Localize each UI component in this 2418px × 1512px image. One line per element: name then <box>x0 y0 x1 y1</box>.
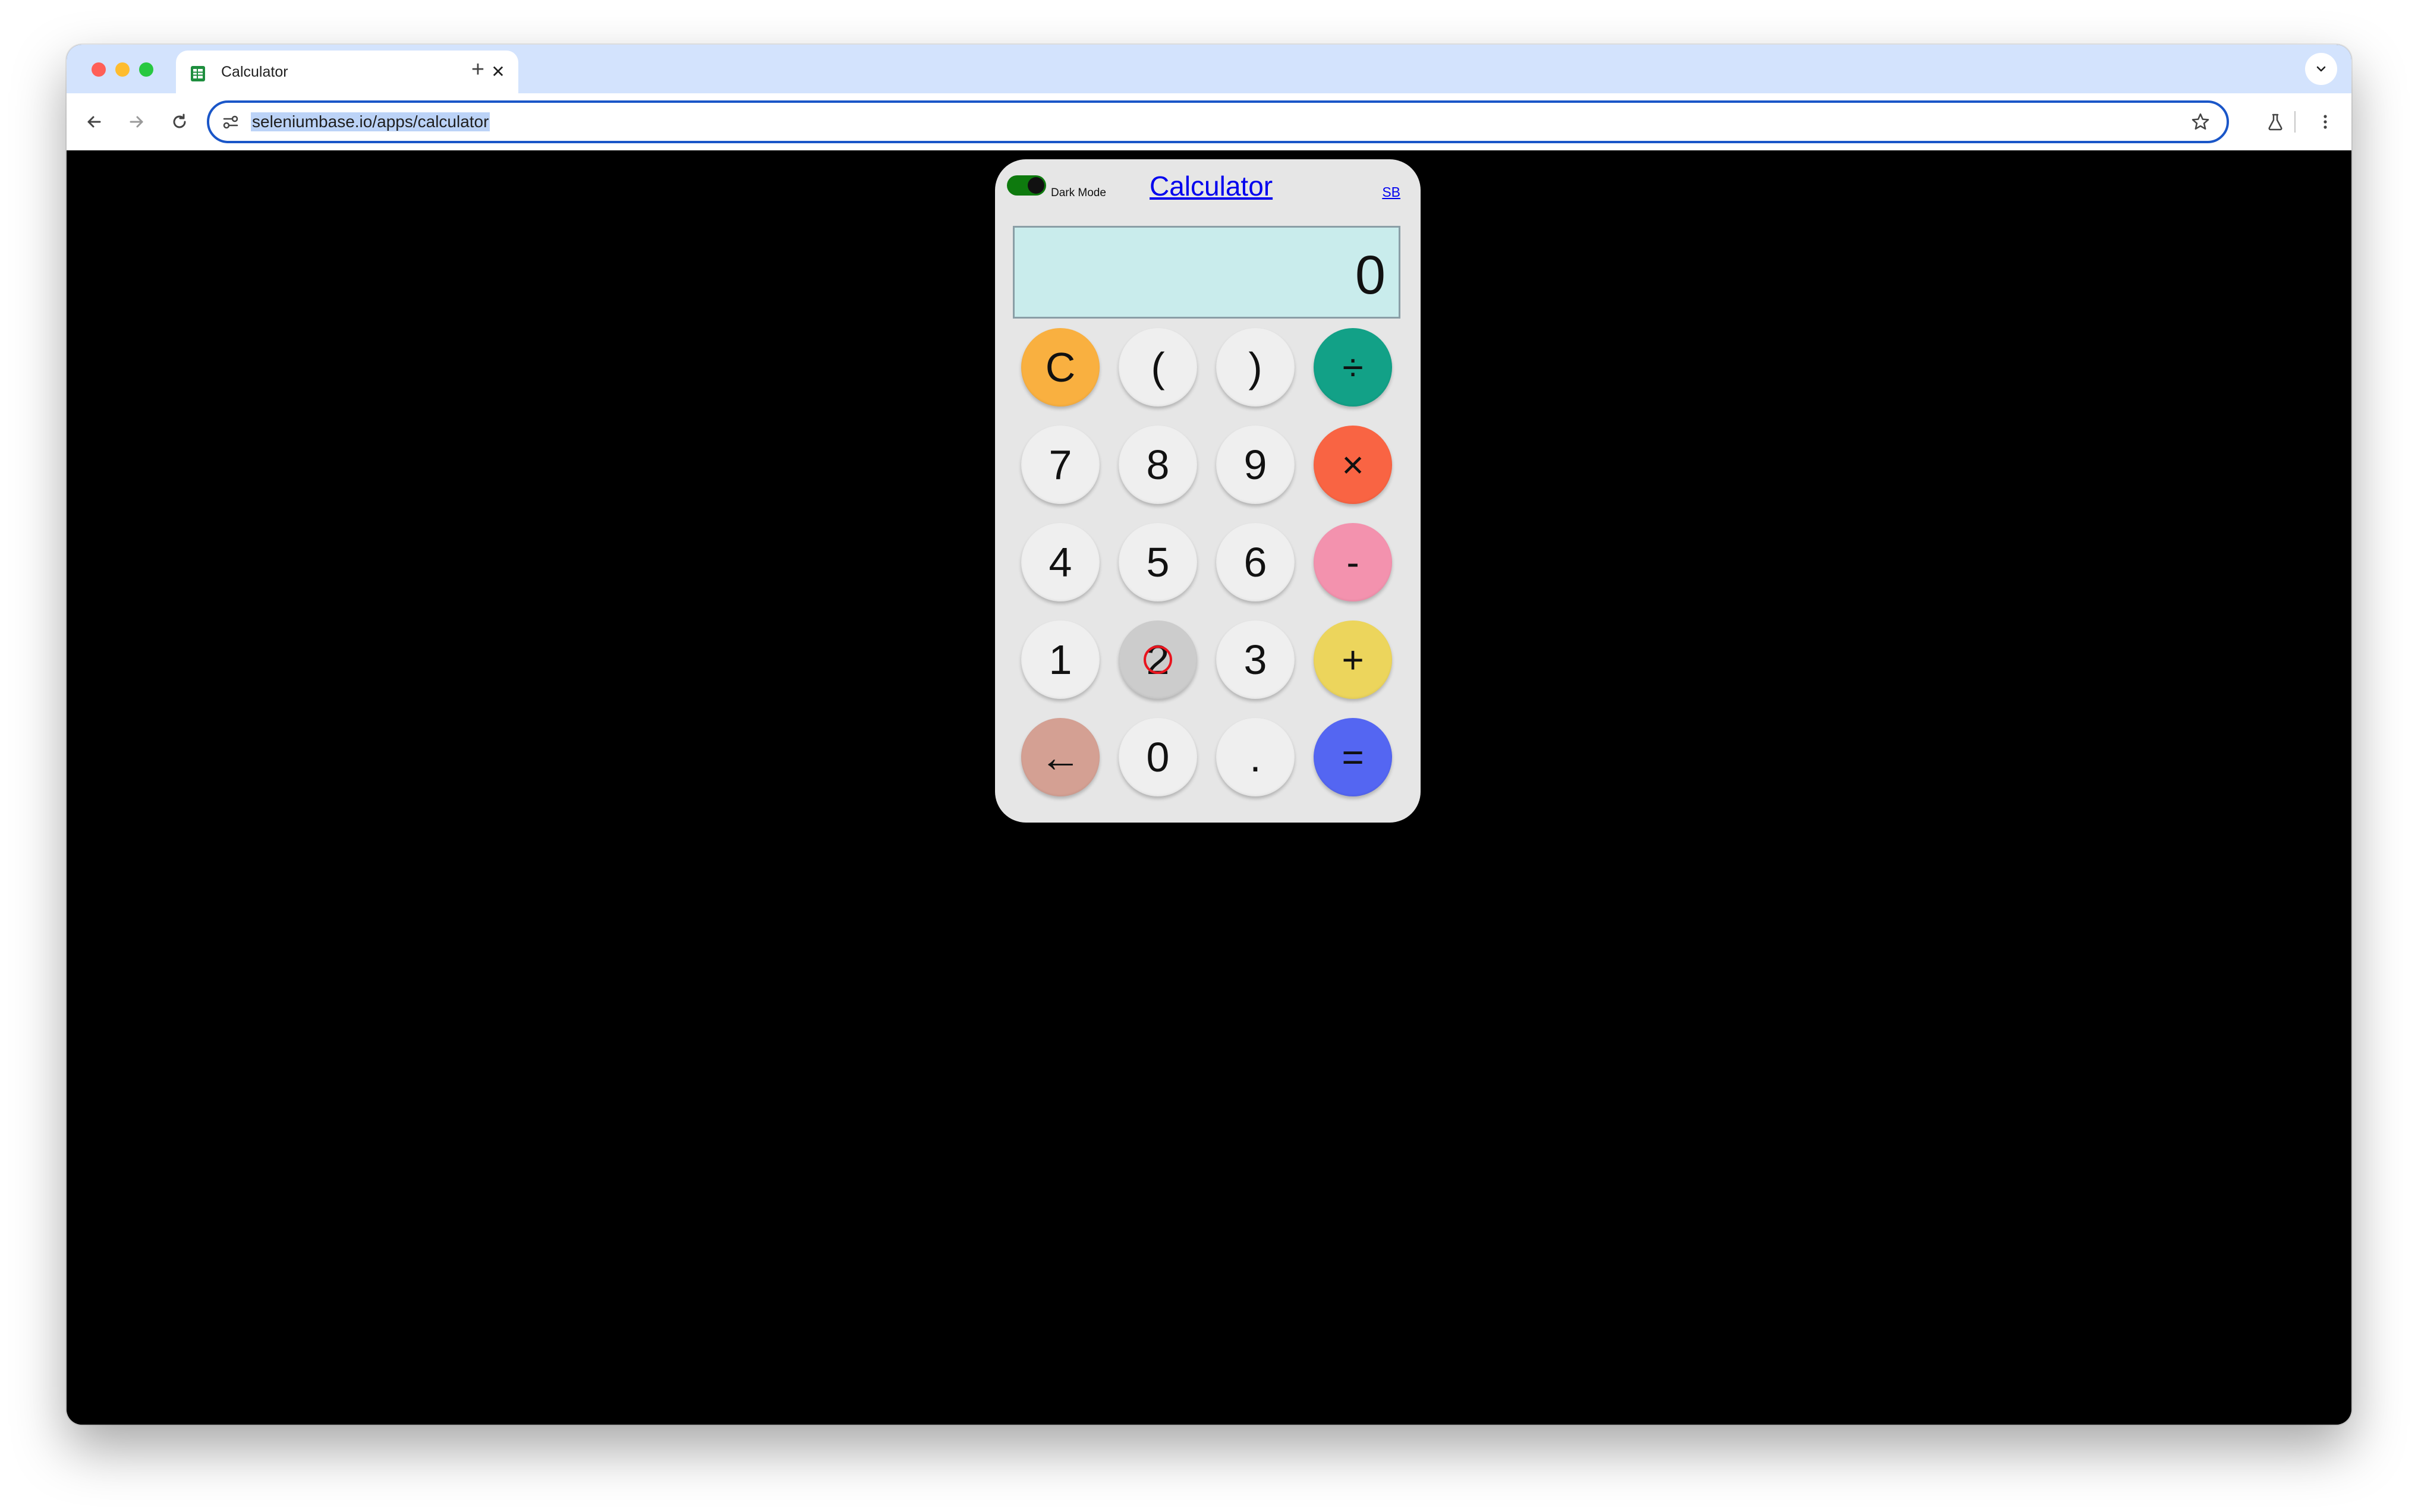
bookmark-button[interactable] <box>2187 109 2214 135</box>
equals-button[interactable]: = <box>1314 718 1392 796</box>
digit-9-button[interactable]: 9 <box>1216 426 1295 504</box>
star-icon <box>2192 113 2209 130</box>
decimal-button[interactable]: . <box>1216 718 1295 796</box>
browser-toolbar: seleniumbase.io/apps/calculator <box>67 93 2351 152</box>
digit-2-button[interactable]: 2 <box>1119 620 1197 699</box>
forward-arrow-icon <box>130 116 143 128</box>
new-tab-button[interactable]: + <box>464 55 492 84</box>
forward-button[interactable] <box>121 106 152 137</box>
digit-4-button[interactable]: 4 <box>1021 523 1100 601</box>
digit-2-label: 2 <box>1146 637 1170 683</box>
clear-button[interactable]: C <box>1021 328 1100 407</box>
kebab-menu-icon <box>2323 115 2327 129</box>
digit-5-button[interactable]: 5 <box>1119 523 1197 601</box>
left-paren-button[interactable]: ( <box>1119 328 1197 407</box>
digit-6-button[interactable]: 6 <box>1216 523 1295 601</box>
site-info-button[interactable] <box>219 110 243 134</box>
minus-button[interactable]: - <box>1314 523 1392 601</box>
divide-button[interactable]: ÷ <box>1314 328 1392 407</box>
calculator-header: Dark Mode Calculator SB <box>995 159 1421 209</box>
toolbar-divider <box>2294 111 2296 133</box>
digit-7-button[interactable]: 7 <box>1021 426 1100 504</box>
calculator-panel: Dark Mode Calculator SB 0 C ( ) ÷ 7 8 9 … <box>995 159 1421 823</box>
digit-1-button[interactable]: 1 <box>1021 620 1100 699</box>
browser-window: Calculator ✕ + seleniumbase.io/apps/calc… <box>67 45 2351 1425</box>
plus-button[interactable]: + <box>1314 620 1392 699</box>
tab-search-button[interactable] <box>2305 53 2337 85</box>
url-text[interactable]: seleniumbase.io/apps/calculator <box>251 112 490 131</box>
back-arrow-icon <box>87 116 101 128</box>
close-window-button[interactable] <box>92 62 106 77</box>
backspace-button[interactable]: ← <box>1021 718 1100 796</box>
digit-3-button[interactable]: 3 <box>1216 620 1295 699</box>
reload-icon <box>173 114 186 128</box>
digit-8-button[interactable]: 8 <box>1119 426 1197 504</box>
dark-mode-label: Dark Mode <box>1051 187 1106 199</box>
labs-flask-icon <box>2268 114 2282 131</box>
address-bar[interactable]: seleniumbase.io/apps/calculator <box>207 100 2229 143</box>
maximize-window-button[interactable] <box>139 62 153 77</box>
browser-menu-button[interactable] <box>2310 106 2341 137</box>
display-value: 0 <box>1355 245 1386 305</box>
calculator-display: 0 <box>1013 226 1400 319</box>
calculator-title-link[interactable]: Calculator <box>1150 170 1273 202</box>
sb-link[interactable]: SB <box>1382 184 1400 200</box>
reload-button[interactable] <box>164 106 195 137</box>
sheet-favicon-icon <box>191 66 205 81</box>
back-button[interactable] <box>78 106 109 137</box>
page-content: Dark Mode Calculator SB 0 C ( ) ÷ 7 8 9 … <box>67 150 2351 1425</box>
tab-title: Calculator <box>221 64 288 80</box>
multiply-button[interactable]: × <box>1314 426 1392 504</box>
digit-0-button[interactable]: 0 <box>1119 718 1197 796</box>
right-paren-button[interactable]: ) <box>1216 328 1295 407</box>
chevron-down-icon <box>2316 66 2326 72</box>
labs-button[interactable] <box>2260 106 2291 137</box>
site-info-icon <box>223 115 238 129</box>
minimize-window-button[interactable] <box>115 62 130 77</box>
dark-mode-toggle[interactable] <box>1007 175 1046 196</box>
toggle-knob <box>1028 177 1044 194</box>
tab-strip: Calculator ✕ + <box>67 45 2351 93</box>
